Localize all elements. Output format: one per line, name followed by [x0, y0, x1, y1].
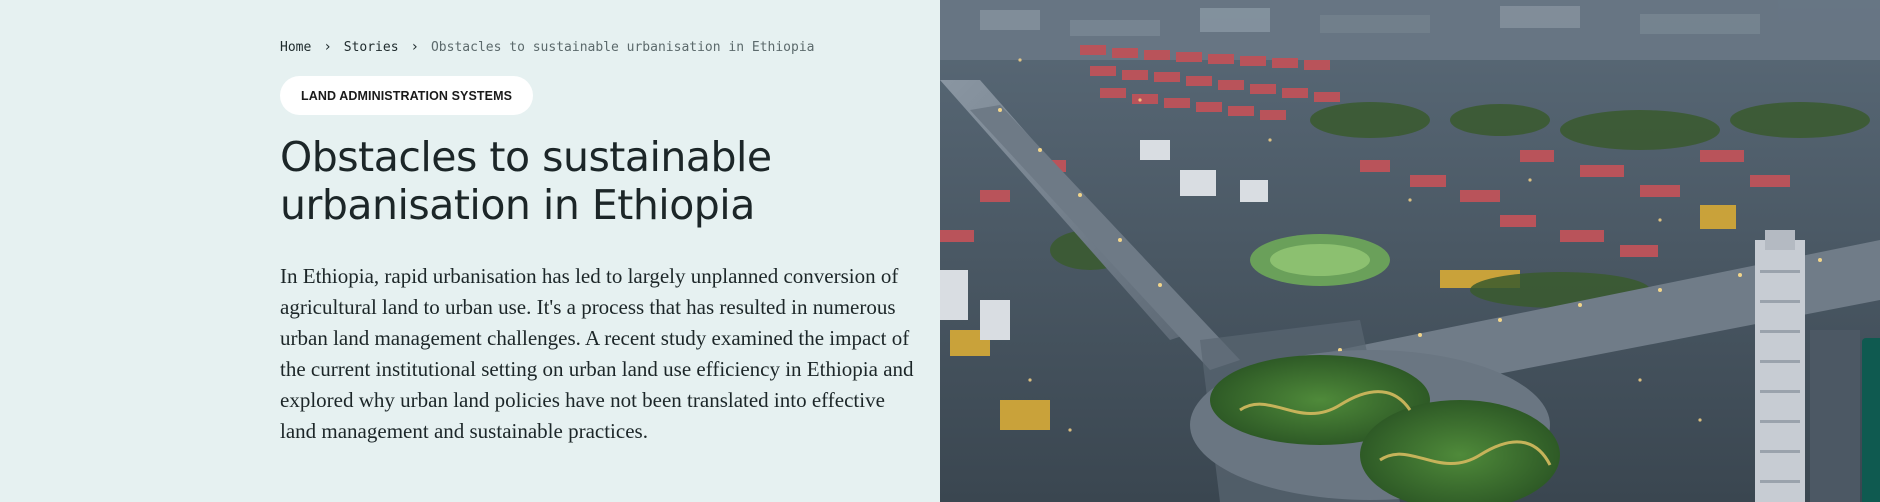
chevron-right-icon: ›: [410, 39, 419, 55]
breadcrumb-home-link[interactable]: Home: [280, 40, 311, 55]
chevron-right-icon: ›: [323, 39, 332, 55]
hero-text-panel: Home › Stories › Obstacles to sustainabl…: [0, 0, 940, 502]
feedback-tab[interactable]: [1862, 338, 1880, 502]
breadcrumb-stories-link[interactable]: Stories: [344, 40, 399, 55]
aerial-city-photo: [940, 0, 1880, 502]
category-tag[interactable]: LAND ADMINISTRATION SYSTEMS: [280, 76, 534, 115]
breadcrumb: Home › Stories › Obstacles to sustainabl…: [280, 38, 916, 56]
hero-image: [940, 0, 1880, 502]
lead-paragraph: In Ethiopia, rapid urbanisation has led …: [280, 264, 914, 443]
breadcrumb-current: Obstacles to sustainable urbanisation in…: [430, 39, 815, 55]
page-title: Obstacles to sustainable urbanisation in…: [280, 133, 772, 229]
hero-content: Home › Stories › Obstacles to sustainabl…: [280, 38, 916, 447]
